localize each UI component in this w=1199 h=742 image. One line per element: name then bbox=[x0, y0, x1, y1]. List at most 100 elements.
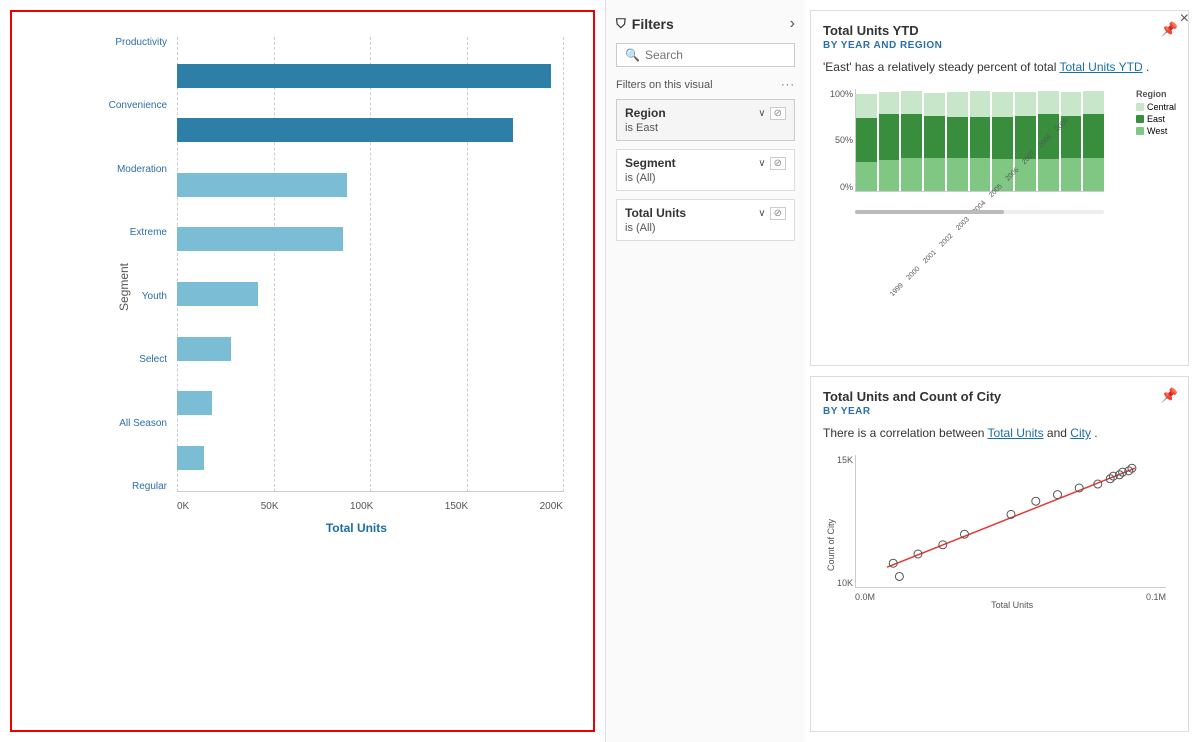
bar-regular[interactable] bbox=[177, 433, 563, 483]
insight-text-part1: 'East' has a relatively steady percent o… bbox=[823, 60, 1060, 74]
stacked-y-label-0: 0% bbox=[823, 182, 853, 192]
seg-east-1999 bbox=[856, 118, 877, 162]
filter-chevron-region[interactable]: ∨ bbox=[758, 108, 765, 119]
filter-clear-region[interactable]: ⊘ bbox=[770, 107, 786, 120]
x-label-2000: 2000 bbox=[905, 265, 921, 281]
filter-clear-segment[interactable]: ⊘ bbox=[770, 157, 786, 170]
filter-clear-totalunits[interactable]: ⊘ bbox=[770, 207, 786, 220]
filters-chevron[interactable]: › bbox=[790, 15, 795, 33]
city-text-part2: and bbox=[1044, 426, 1071, 440]
seg-central-2001 bbox=[901, 91, 922, 114]
insight-title-ytd: Total Units YTD bbox=[823, 23, 1176, 38]
seg-central-2007 bbox=[1038, 91, 1059, 114]
seg-west-2004 bbox=[970, 158, 991, 191]
city-text-highlight1[interactable]: Total Units bbox=[988, 426, 1044, 440]
legend-title: Region bbox=[1136, 89, 1176, 99]
bar-extreme[interactable] bbox=[177, 214, 563, 264]
stacked-col-2002 bbox=[924, 93, 945, 191]
seg-east-2000 bbox=[879, 114, 900, 161]
filter-icons-region: ∨ ⊘ bbox=[758, 107, 786, 120]
stacked-col-2006 bbox=[1015, 92, 1036, 191]
x-tick-0: 0K bbox=[177, 501, 189, 512]
stacked-col-2009 bbox=[1083, 91, 1104, 191]
insight-text-ytd: 'East' has a relatively steady percent o… bbox=[823, 59, 1176, 76]
x-label-2003: 2003 bbox=[955, 216, 971, 232]
seg-west-2001 bbox=[901, 158, 922, 191]
bar-allseason[interactable] bbox=[177, 378, 563, 428]
x-label-2002: 2002 bbox=[938, 232, 954, 248]
bar-fill-extreme bbox=[177, 227, 343, 251]
x-label-2001: 2001 bbox=[922, 249, 938, 265]
bar-chart-panel: Segment Productivity Convenience Moderat… bbox=[10, 10, 595, 732]
seg-west-2000 bbox=[879, 160, 900, 191]
seg-central-2004 bbox=[970, 91, 991, 117]
filter-card-totalunits[interactable]: Total Units ∨ ⊘ is (All) bbox=[616, 199, 795, 241]
filter-name-region: Region bbox=[625, 106, 666, 120]
stacked-y-label-100: 100% bbox=[823, 89, 853, 99]
close-button[interactable]: × bbox=[1180, 10, 1189, 28]
city-text-part1: There is a correlation between bbox=[823, 426, 988, 440]
bar-fill-productivity bbox=[177, 64, 551, 88]
stacked-scrollbar-handle[interactable] bbox=[855, 210, 1004, 214]
filters-header: ⛉ Filters › bbox=[616, 10, 795, 43]
stacked-col-2003 bbox=[947, 92, 968, 191]
bar-label-select: Select bbox=[92, 354, 167, 365]
seg-central-2006 bbox=[1015, 92, 1036, 116]
bar-fill-select bbox=[177, 337, 231, 361]
seg-central-2008 bbox=[1061, 92, 1082, 116]
bar-select[interactable] bbox=[177, 324, 563, 374]
filter-card-region-header: Region ∨ ⊘ bbox=[625, 106, 786, 120]
insight-text-highlight[interactable]: Total Units YTD bbox=[1060, 60, 1143, 74]
scatter-dot-lone bbox=[895, 572, 903, 580]
x-tick-3: 150K bbox=[445, 501, 468, 512]
insight-card-city: 📌 Total Units and Count of City BY YEAR … bbox=[810, 376, 1189, 732]
stacked-col-2001 bbox=[901, 91, 922, 191]
stacked-bars-container bbox=[855, 89, 1104, 192]
seg-west-2003 bbox=[947, 158, 968, 191]
bar-productivity[interactable] bbox=[177, 51, 563, 101]
filters-more-icon[interactable]: ··· bbox=[781, 79, 795, 91]
city-text-highlight2[interactable]: City bbox=[1070, 426, 1091, 440]
bar-youth[interactable] bbox=[177, 269, 563, 319]
bar-label-youth: Youth bbox=[92, 291, 167, 302]
insight-subtitle-city: BY YEAR bbox=[823, 406, 1176, 417]
stacked-col-2008 bbox=[1061, 92, 1082, 191]
bar-label-allseason: All Season bbox=[92, 418, 167, 429]
pin-icon-city[interactable]: 📌 bbox=[1161, 387, 1178, 404]
x-tick-1: 50K bbox=[261, 501, 279, 512]
legend-label-central: Central bbox=[1147, 102, 1176, 112]
legend-label-west: West bbox=[1147, 126, 1167, 136]
filter-name-totalunits: Total Units bbox=[625, 206, 686, 220]
scatter-dot-7 bbox=[1054, 490, 1062, 498]
right-panel: × 📌 Total Units YTD BY YEAR AND REGION '… bbox=[805, 0, 1199, 742]
bar-label-convenience: Convenience bbox=[92, 100, 167, 111]
seg-central-2009 bbox=[1083, 91, 1104, 114]
scatter-area bbox=[855, 455, 1166, 588]
stacked-scrollbar[interactable] bbox=[855, 210, 1104, 214]
x-axis-label: Total Units bbox=[326, 521, 387, 535]
insight-subtitle-ytd: BY YEAR AND REGION bbox=[823, 40, 1176, 51]
seg-central-2002 bbox=[924, 93, 945, 117]
bar-fill-allseason bbox=[177, 391, 212, 415]
x-label-1999: 1999 bbox=[889, 282, 905, 298]
filter-chevron-totalunits[interactable]: ∨ bbox=[758, 208, 765, 219]
seg-west-2002 bbox=[924, 158, 945, 190]
filter-card-region[interactable]: Region ∨ ⊘ is East bbox=[616, 99, 795, 141]
bar-convenience[interactable] bbox=[177, 105, 563, 155]
scatter-x-01m: 0.1M bbox=[1146, 592, 1166, 602]
search-input[interactable] bbox=[645, 48, 786, 62]
pin-icon-ytd[interactable]: 📌 bbox=[1161, 21, 1178, 38]
stacked-y-label-50: 50% bbox=[823, 135, 853, 145]
legend-dot-west bbox=[1136, 127, 1144, 135]
stacked-col-1999 bbox=[856, 94, 877, 191]
filter-card-totalunits-header: Total Units ∨ ⊘ bbox=[625, 206, 786, 220]
filter-chevron-segment[interactable]: ∨ bbox=[758, 158, 765, 169]
bar-label-regular: Regular bbox=[92, 481, 167, 492]
bar-fill-moderation bbox=[177, 173, 347, 197]
legend-west: West bbox=[1136, 126, 1176, 136]
filter-card-segment[interactable]: Segment ∨ ⊘ is (All) bbox=[616, 149, 795, 191]
seg-west-2007 bbox=[1038, 159, 1059, 191]
insight-text-city: There is a correlation between Total Uni… bbox=[823, 425, 1176, 442]
bar-moderation[interactable] bbox=[177, 160, 563, 210]
seg-east-2005 bbox=[992, 117, 1013, 160]
